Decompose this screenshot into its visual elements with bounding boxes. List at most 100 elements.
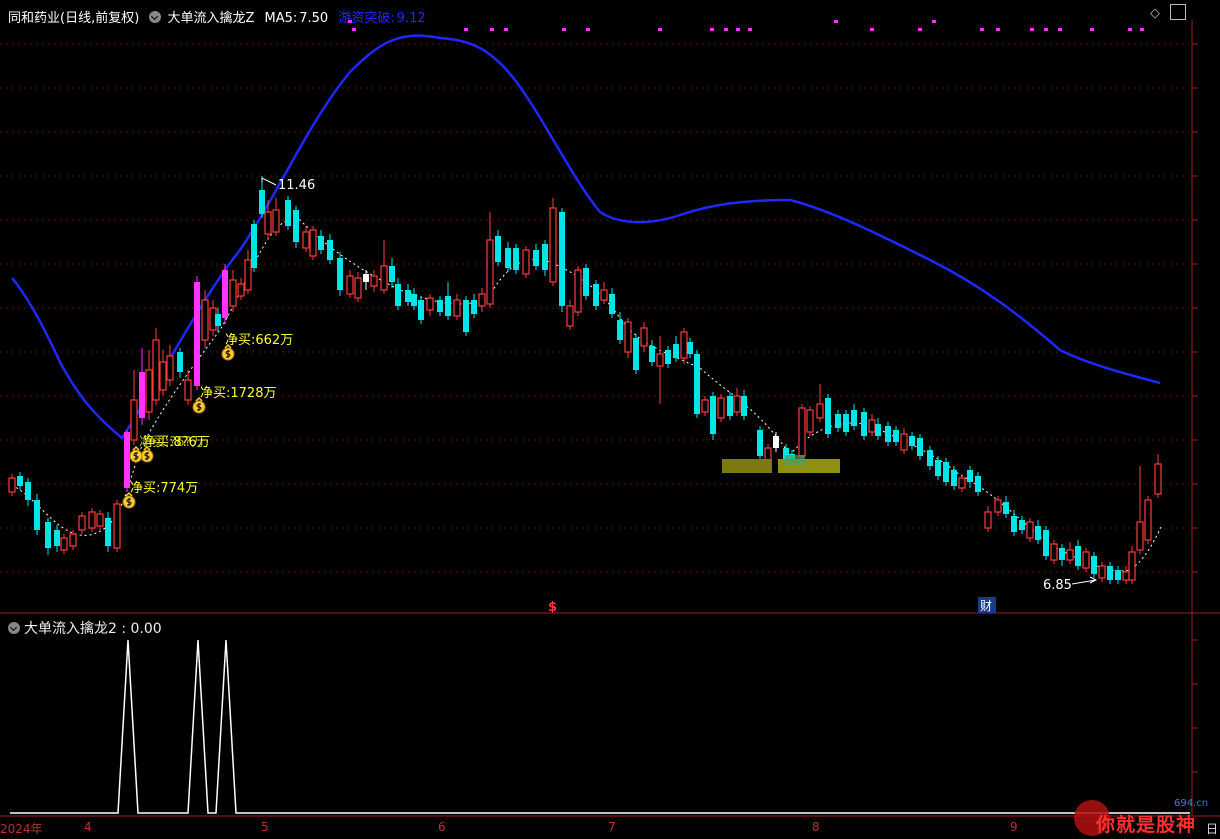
candle [694,350,700,418]
candle-body [617,320,623,340]
candle [309,226,317,260]
candle-body [395,284,401,306]
candle-body [337,258,343,290]
candle [166,345,174,386]
candle-body [1019,520,1025,530]
candle [453,294,461,320]
dollar-sign [133,452,139,460]
candle-body [1050,543,1058,561]
candle-body [1144,499,1152,541]
candle [463,296,469,336]
candle-body [1122,571,1130,581]
dollar-sign [225,350,231,358]
candle-body [533,250,539,266]
watermark: 694.cn 你就是股神 [1070,798,1220,839]
candle-body [927,450,933,466]
signal-mark [724,28,728,31]
candle-body [426,297,434,311]
candle [741,390,747,420]
candle [717,394,725,422]
candle [426,294,434,316]
candle-body [951,470,957,486]
candle [184,370,192,405]
candle [478,288,486,312]
candle-body [1026,521,1034,539]
candle-body [78,515,86,531]
candle-body [843,414,849,432]
x-axis-label: 5 [261,820,269,834]
candle [285,196,291,230]
candle-body [486,239,494,305]
candle [533,244,539,270]
candle [649,340,655,366]
candle [60,534,68,554]
candle [909,432,915,450]
signal-mark [1128,28,1132,31]
candle [318,230,324,254]
candle-body [1115,570,1121,580]
candle-body [549,207,557,283]
blurred-region [722,455,840,473]
x-axis-label: 4 [84,820,92,834]
candle-body [1098,565,1106,579]
candle [574,266,582,316]
candle-body [583,268,589,296]
dividend-marker-icon[interactable]: $ [548,600,557,615]
candle-body [566,305,574,327]
candle [272,198,280,236]
signal-marks-top [348,20,1144,31]
signal-mark [834,20,838,23]
candle [633,334,639,374]
candle [549,198,557,286]
candle-body [513,248,519,270]
candle [593,280,599,310]
candle-body [600,289,608,301]
high-pointer [261,177,277,186]
candle [893,426,899,446]
candle-body [215,314,221,326]
candle [825,394,831,438]
signal-mark [748,28,752,31]
candle [1003,496,1009,518]
candle [1026,518,1034,542]
signal-mark [562,28,566,31]
signal-mark [348,20,352,23]
candle [495,230,501,266]
candle [34,494,40,535]
candle [617,312,623,344]
candle [337,252,343,296]
high-price-label: 11.46 [278,178,315,193]
candle-body [694,354,700,414]
candle-body [272,209,280,233]
low-price-label: 6.85 [1043,578,1072,593]
candle-body [318,236,324,250]
signal-mark [870,28,874,31]
candle [78,512,86,534]
candle-body [851,410,857,426]
candle [900,428,908,454]
candle [327,234,333,264]
signal-mark [710,28,714,31]
candle [806,406,814,436]
candle-body [522,249,530,275]
candle-body [113,503,121,549]
candle [237,278,245,300]
indicator-dropdown-icon[interactable] [8,622,20,634]
candle [1107,562,1113,584]
indicator-panel-name[interactable]: 大单流入擒龙2 [24,621,117,637]
candle [346,270,354,298]
candle-body [701,399,709,413]
candle-body [861,412,867,436]
candle [773,432,779,452]
candle-body [909,436,915,446]
candle [624,318,632,358]
candle-body [687,342,693,354]
candle [486,212,494,308]
candle-body [25,482,31,500]
finance-marker-icon[interactable]: 财 [980,599,992,613]
candle-body [1043,530,1049,556]
candle-body [593,284,599,306]
signal-mark [504,28,508,31]
candle-body [984,511,992,529]
candle [222,264,228,324]
